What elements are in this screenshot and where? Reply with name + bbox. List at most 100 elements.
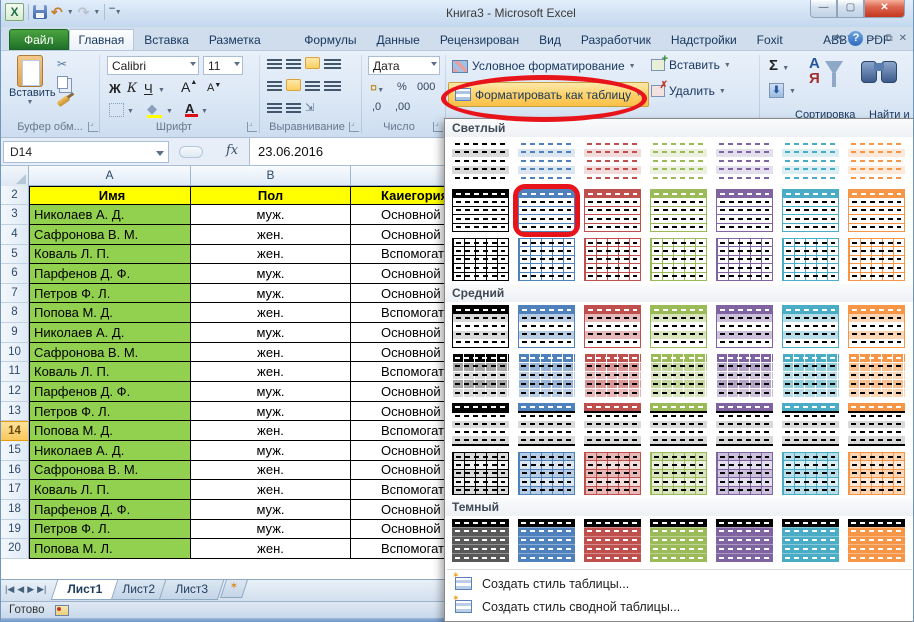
borders-button[interactable] xyxy=(109,103,124,117)
cell[interactable]: жен. xyxy=(191,303,351,323)
doc-restore-icon[interactable]: ⧉ xyxy=(885,31,892,46)
autosum-button[interactable]: Σ ▼ xyxy=(769,57,789,74)
table-style-thumb-md2-red[interactable] xyxy=(584,354,641,397)
doc-close-icon[interactable]: ✕ xyxy=(899,31,907,46)
table-style-thumb-lt3-aqua[interactable] xyxy=(782,238,839,281)
decrease-decimal-button[interactable]: ,00 xyxy=(395,101,410,113)
decrease-indent-icon[interactable] xyxy=(267,101,282,113)
cell[interactable]: жен. xyxy=(191,225,351,245)
cell[interactable]: Сафронова В. М. xyxy=(29,225,191,245)
column-header-A[interactable]: A xyxy=(29,166,191,186)
merge-center-icon[interactable] xyxy=(324,79,341,91)
row-header-12[interactable]: 12 xyxy=(1,382,29,402)
clipboard-dialog-launcher-icon[interactable] xyxy=(88,122,98,132)
save-icon[interactable] xyxy=(33,5,47,19)
insert-worksheet-icon[interactable] xyxy=(220,580,248,598)
excel-logo-icon[interactable]: X xyxy=(5,3,24,21)
sheet-nav-buttons[interactable]: |◀ ◀ ▶ ▶| xyxy=(1,580,52,595)
cell[interactable]: муж. xyxy=(191,402,351,422)
cell[interactable]: Коваль Л. П. xyxy=(29,480,191,500)
table-style-thumb-lt2-blue[interactable] xyxy=(518,189,575,232)
table-style-thumb-md3-orange[interactable] xyxy=(848,403,905,446)
cell[interactable]: Попова М. Л. xyxy=(29,539,191,559)
row-header-3[interactable]: 3 xyxy=(1,205,29,225)
wrap-text-icon[interactable]: ⇲ xyxy=(305,101,314,114)
table-style-thumb-dk1-olive[interactable] xyxy=(650,519,707,562)
align-center-icon[interactable] xyxy=(286,79,301,91)
table-style-thumb-md4-red[interactable] xyxy=(584,452,641,495)
cell[interactable]: жен. xyxy=(191,539,351,559)
insert-cells-button[interactable]: Вставить▼ xyxy=(651,58,731,72)
redo-dropdown-icon[interactable]: ▼ xyxy=(93,9,100,16)
percent-button[interactable]: % xyxy=(397,81,407,93)
row-header-14[interactable]: 14 xyxy=(1,421,29,441)
fill-button[interactable]: ⬇ xyxy=(769,83,784,98)
row-header-2[interactable]: 2 xyxy=(1,186,29,206)
customize-qat-icon[interactable]: ▔▼ xyxy=(109,8,121,16)
table-style-thumb-md2-purple[interactable] xyxy=(716,354,773,397)
find-select-button[interactable] xyxy=(861,59,899,89)
table-style-thumb-md2-orange[interactable] xyxy=(848,354,905,397)
fill-dropdown2-icon[interactable]: ▼ xyxy=(789,88,796,95)
font-size-combo[interactable]: 11 xyxy=(203,56,243,75)
increase-decimal-button[interactable]: ,0 xyxy=(372,101,381,113)
align-left-icon[interactable] xyxy=(267,79,282,91)
tab-Foxit PDF[interactable]: Foxit PDF xyxy=(747,29,813,50)
borders-dropdown-icon[interactable]: ▼ xyxy=(127,108,134,115)
table-style-thumb-dk1-black[interactable] xyxy=(452,519,509,562)
paste-button[interactable]: Вставить ▼ xyxy=(9,55,51,119)
redo-icon[interactable]: ↷ xyxy=(78,4,90,20)
table-style-thumb-lt3-orange[interactable] xyxy=(848,238,905,281)
cell[interactable]: Парфенов Д. Ф. xyxy=(29,264,191,284)
cell[interactable]: жен. xyxy=(191,245,351,265)
sheet-tab-Лист3[interactable]: Лист3 xyxy=(159,580,224,600)
table-style-thumb-md3-red[interactable] xyxy=(584,403,641,446)
table-style-thumb-md2-aqua[interactable] xyxy=(782,354,839,397)
table-style-thumb-lt3-blue[interactable] xyxy=(518,238,575,281)
macro-record-icon[interactable] xyxy=(55,605,69,616)
table-style-thumb-lt2-purple[interactable] xyxy=(716,189,773,232)
table-style-thumb-md1-purple[interactable] xyxy=(716,305,773,348)
fill-color-button[interactable]: ◆ xyxy=(147,101,157,117)
insert-function-icon[interactable]: fx xyxy=(226,143,238,158)
align-right-icon[interactable] xyxy=(305,79,320,91)
grow-font-button[interactable]: А▲ xyxy=(181,79,197,95)
table-style-thumb-lt1-blue[interactable] xyxy=(518,140,575,183)
row-header-20[interactable]: 20 xyxy=(1,539,29,559)
row-header-4[interactable]: 4 xyxy=(1,225,29,245)
table-style-thumb-lt3-black[interactable] xyxy=(452,238,509,281)
underline-button[interactable]: Ч xyxy=(144,81,153,96)
cell[interactable]: Николаев А. Д. xyxy=(29,441,191,461)
cut-icon[interactable]: ✂ xyxy=(57,57,70,71)
cell[interactable]: Попова М. Д. xyxy=(29,421,191,441)
undo-icon[interactable]: ↶ xyxy=(51,4,63,20)
table-style-thumb-md4-orange[interactable] xyxy=(848,452,905,495)
table-style-thumb-dk1-aqua[interactable] xyxy=(782,519,839,562)
number-dialog-launcher-icon[interactable] xyxy=(433,122,443,132)
table-style-thumb-md3-aqua[interactable] xyxy=(782,403,839,446)
underline-dropdown-icon[interactable]: ▼ xyxy=(158,87,165,94)
increase-indent-icon[interactable] xyxy=(286,101,301,113)
cell[interactable]: Коваль Л. П. xyxy=(29,362,191,382)
font-name-combo[interactable]: Calibri xyxy=(107,56,199,75)
restore-button[interactable]: ▢ xyxy=(837,0,864,18)
table-style-thumb-lt1-black[interactable] xyxy=(452,140,509,183)
cell[interactable]: Сафронова В. М. xyxy=(29,461,191,481)
row-header-8[interactable]: 8 xyxy=(1,303,29,323)
cell[interactable]: Пол xyxy=(191,186,351,206)
table-style-thumb-md1-red[interactable] xyxy=(584,305,641,348)
cell[interactable]: Петров Ф. Л. xyxy=(29,520,191,540)
table-style-thumb-md3-purple[interactable] xyxy=(716,403,773,446)
align-middle-icon[interactable] xyxy=(286,57,301,69)
name-box[interactable]: D14 xyxy=(3,141,169,163)
orientation-icon[interactable] xyxy=(324,57,341,69)
cell[interactable]: Парфенов Д. Ф. xyxy=(29,382,191,402)
cell[interactable]: Сафронова В. М. xyxy=(29,343,191,363)
font-color-dropdown-icon[interactable]: ▼ xyxy=(201,108,208,115)
table-style-thumb-lt2-aqua[interactable] xyxy=(782,189,839,232)
cell[interactable]: жен. xyxy=(191,480,351,500)
cell[interactable]: Парфенов Д. Ф. xyxy=(29,500,191,520)
row-header-15[interactable]: 15 xyxy=(1,441,29,461)
cell[interactable]: муж. xyxy=(191,264,351,284)
cell[interactable]: муж. xyxy=(191,382,351,402)
